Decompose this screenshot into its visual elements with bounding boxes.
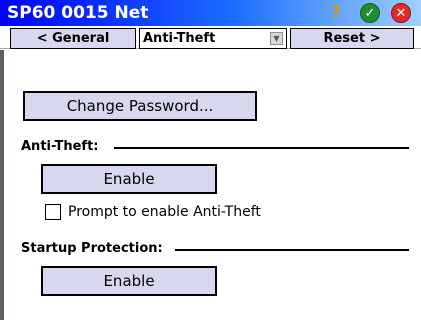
- title-bar: SP60 0015 Net: [0, 0, 421, 26]
- prev-page-button[interactable]: < General: [10, 28, 136, 49]
- anti-theft-enable-button[interactable]: Enable: [41, 164, 217, 194]
- startup-protection-section-title: Startup Protection:: [21, 241, 163, 256]
- chevron-down-icon[interactable]: ▼: [270, 32, 283, 45]
- section-divider: [114, 147, 409, 149]
- next-page-button[interactable]: Reset >: [290, 28, 414, 49]
- prompt-anti-theft-checkbox[interactable]: [45, 204, 61, 220]
- prompt-anti-theft-label[interactable]: Prompt to enable Anti-Theft: [68, 203, 261, 221]
- window-title: SP60 0015 Net: [7, 3, 149, 23]
- section-divider: [175, 249, 409, 251]
- page-select[interactable]: Anti-Theft ▼: [139, 28, 287, 49]
- ok-icon[interactable]: ✓: [360, 3, 380, 23]
- change-password-button[interactable]: Change Password...: [23, 91, 257, 121]
- anti-theft-section-title: Anti-Theft:: [21, 139, 99, 154]
- window-border: [0, 50, 4, 320]
- page-select-value: Anti-Theft: [143, 31, 216, 46]
- close-icon[interactable]: ✕: [391, 3, 411, 23]
- help-icon[interactable]: ?: [326, 3, 346, 23]
- page-navigation: < General Anti-Theft ▼ Reset >: [0, 26, 421, 49]
- startup-protection-enable-button[interactable]: Enable: [41, 266, 217, 296]
